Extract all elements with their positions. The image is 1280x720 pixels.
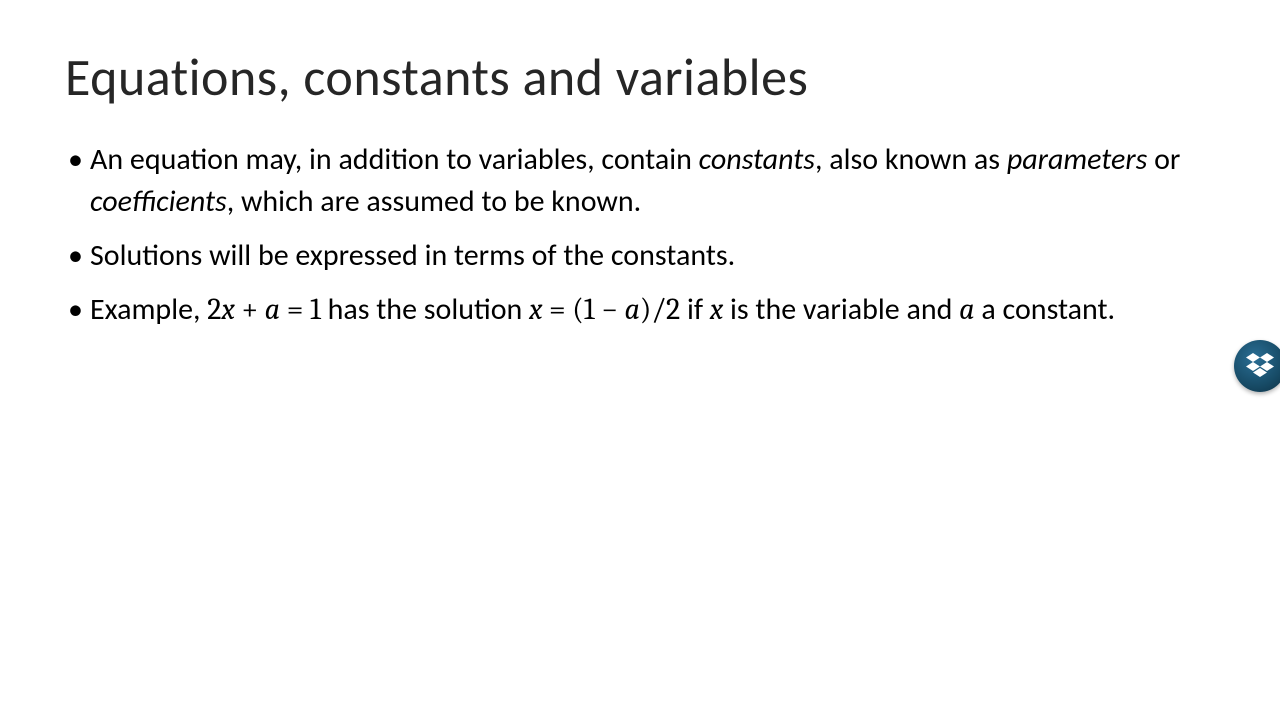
text-fragment: Example, <box>90 291 207 328</box>
text-fragment: has the solution <box>321 291 529 328</box>
math-var-x: x <box>710 292 723 327</box>
math-op: − <box>595 292 625 327</box>
text-fragment: a constant. <box>975 291 1116 328</box>
dropbox-badge[interactable] <box>1234 340 1280 392</box>
italic-constants: constants <box>699 141 815 178</box>
math-literal: 1 <box>310 292 321 327</box>
bullet-item-3: Example, 2x + a = 1 has the solution x =… <box>90 289 1215 331</box>
math-op: = <box>280 292 310 327</box>
math-op: )/2 <box>640 292 680 327</box>
text-fragment: if <box>680 291 710 328</box>
italic-coefficients: coefficients <box>90 183 227 220</box>
math-var-a: a <box>265 292 280 327</box>
text-fragment: An equation may, in addition to variable… <box>90 141 699 178</box>
bullet-list: An equation may, in addition to variable… <box>65 139 1215 331</box>
text-fragment: or <box>1147 141 1180 178</box>
math-literal: 1 <box>584 292 595 327</box>
slide-content: Equations, constants and variables An eq… <box>0 0 1280 388</box>
math-var-x: x <box>221 292 234 327</box>
math-var-x: x <box>529 292 542 327</box>
text-fragment: , also known as <box>815 141 1007 178</box>
bullet-item-2: Solutions will be expressed in terms of … <box>90 235 1215 277</box>
bullet-item-1: An equation may, in addition to variable… <box>90 139 1215 223</box>
text-fragment: is the variable and <box>723 291 959 328</box>
math-literal: 2 <box>207 292 221 327</box>
math-var-a: a <box>624 292 639 327</box>
math-op: + <box>235 292 265 327</box>
math-var-a: a <box>959 292 974 327</box>
italic-parameters: parameters <box>1007 141 1147 178</box>
text-fragment: , which are assumed to be known. <box>227 183 641 220</box>
math-op: = ( <box>542 292 583 327</box>
slide-title: Equations, constants and variables <box>65 45 1215 109</box>
dropbox-icon <box>1245 352 1275 380</box>
